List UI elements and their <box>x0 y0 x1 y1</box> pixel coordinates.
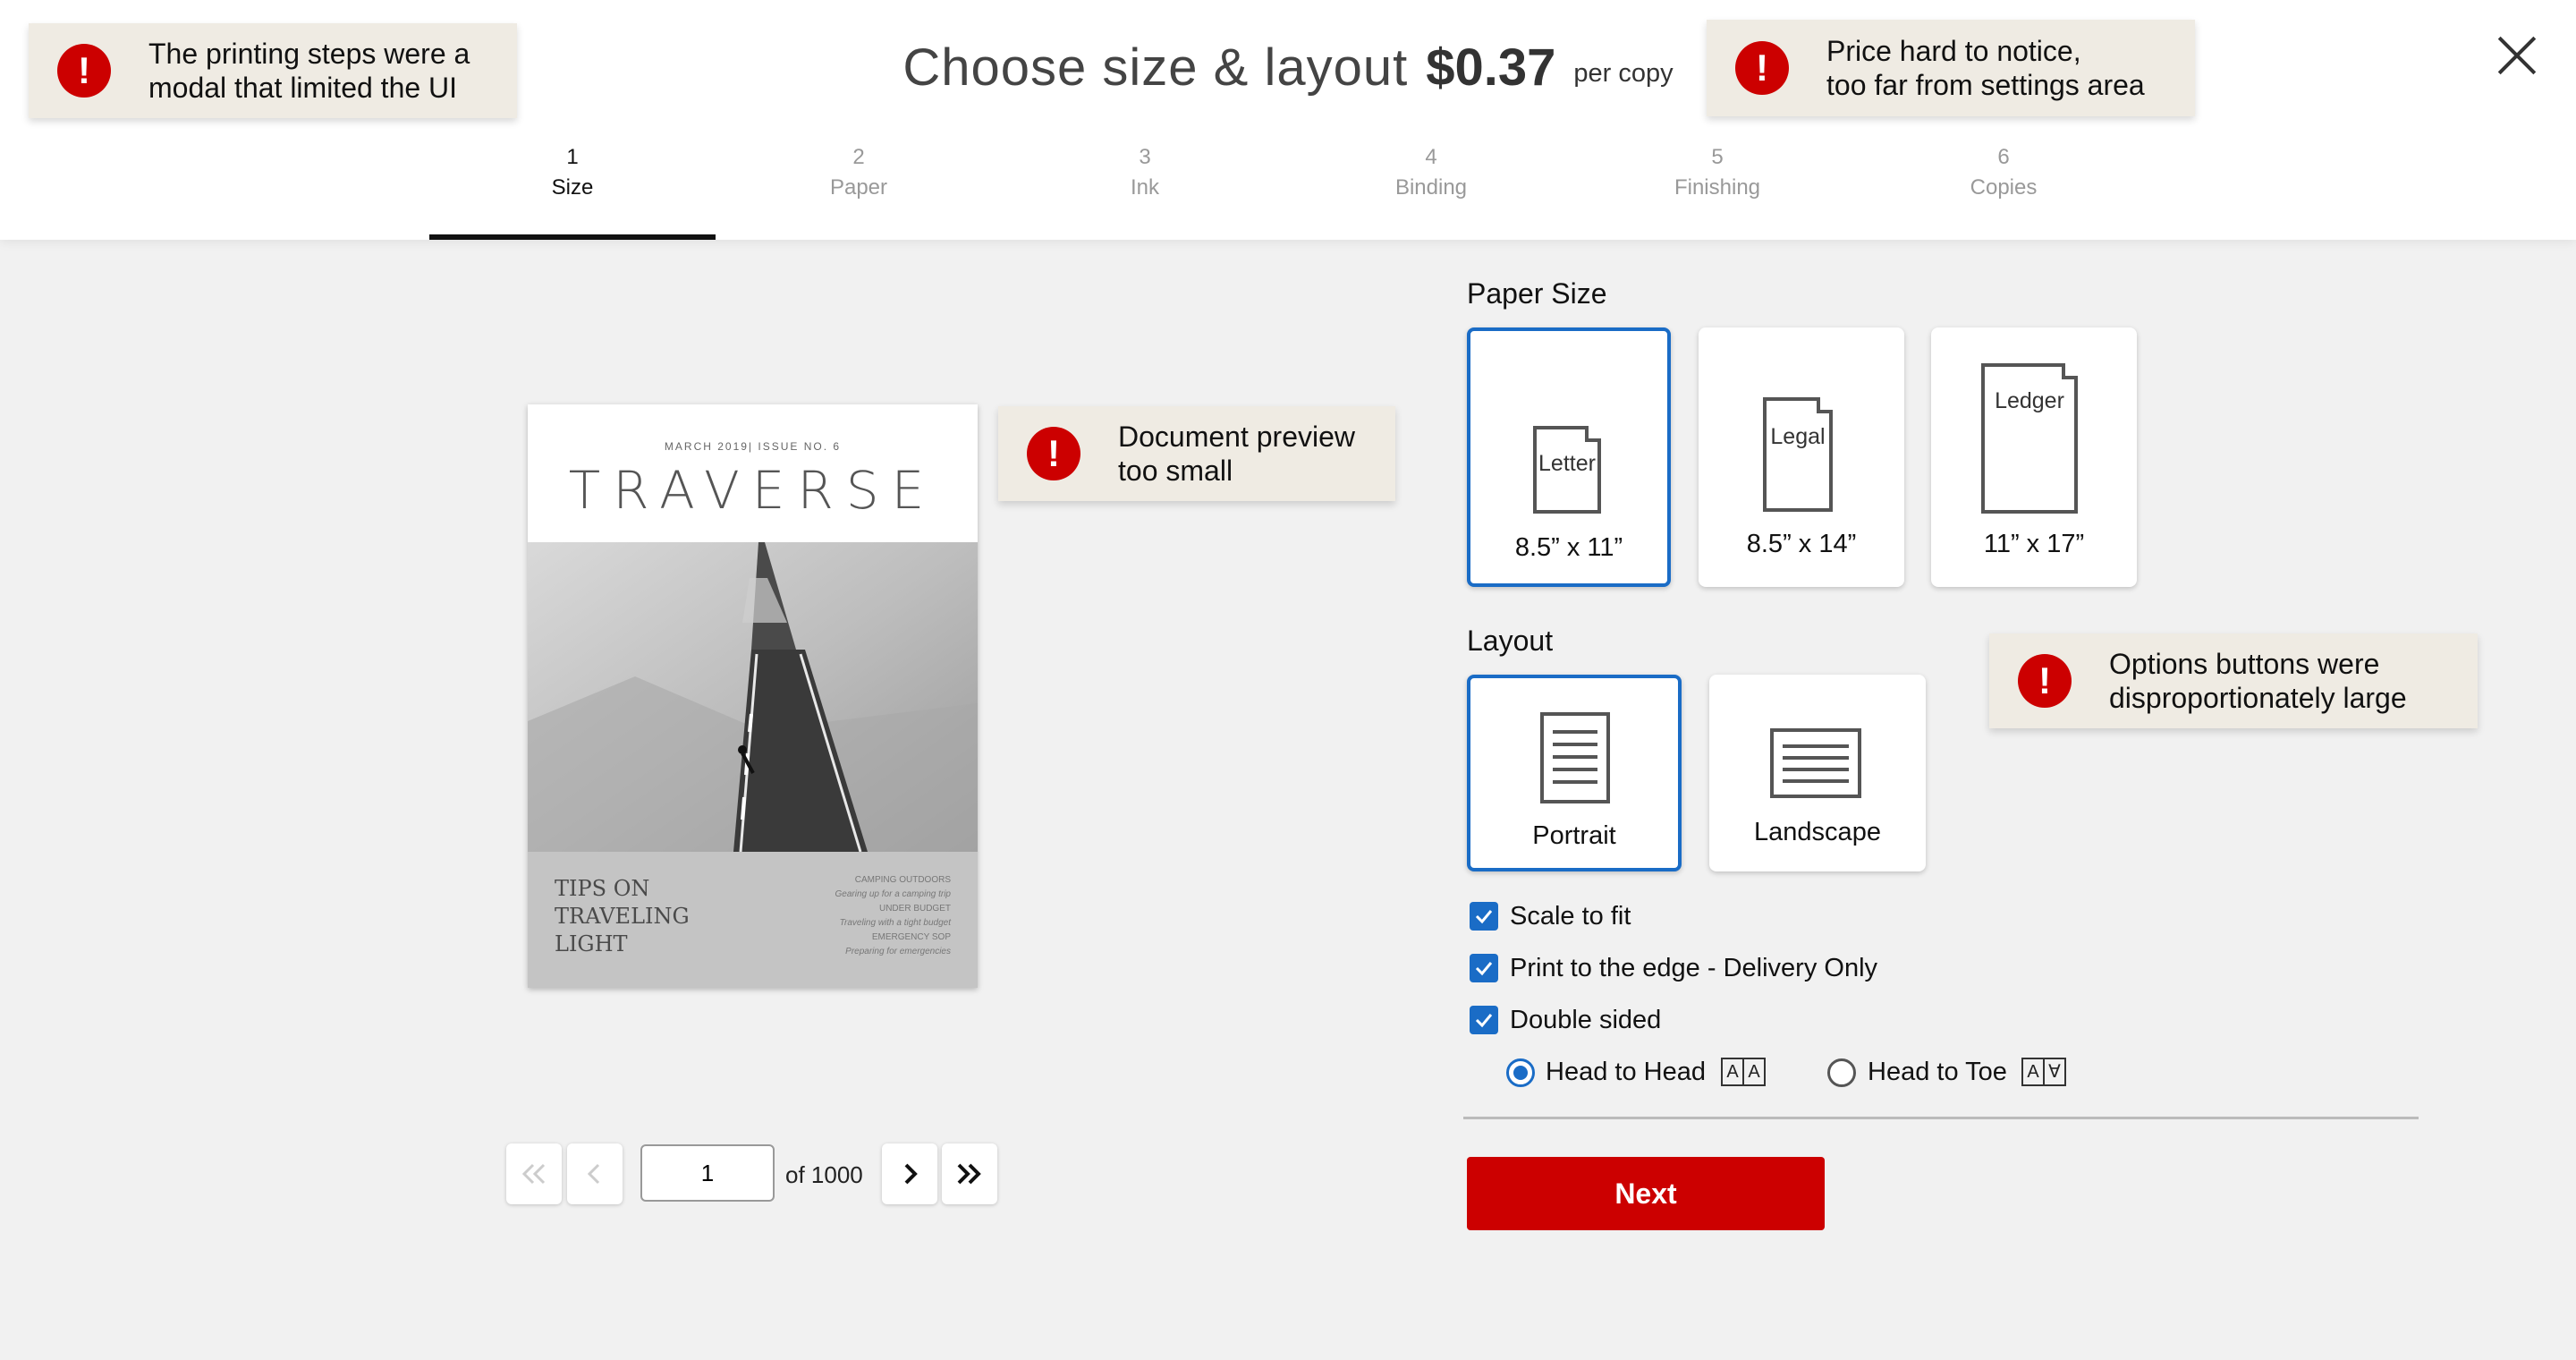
next-page-button[interactable] <box>882 1143 937 1204</box>
paper-size-dims: 8.5” x 11” <box>1514 533 1623 562</box>
chevron-left-icon <box>587 1163 600 1185</box>
double-sided-checkbox[interactable] <box>1470 1006 1498 1034</box>
radio-label: Head to Toe <box>1868 1058 2007 1086</box>
step-label: Ink <box>1130 175 1159 200</box>
check-icon <box>1475 962 1493 976</box>
section-divider <box>1463 1117 2419 1119</box>
cover-photo <box>528 542 978 852</box>
step-number: 3 <box>1139 145 1151 169</box>
checkbox-label: Double sided <box>1510 1006 1662 1034</box>
step-label: Paper <box>829 175 888 200</box>
page-count-label: of 1000 <box>785 1161 863 1188</box>
cover-headline: TIPS ON TRAVELING LIGHT <box>555 876 690 956</box>
annotation-note-preview: ! Document preview too small <box>998 406 1395 501</box>
step-number: 2 <box>852 145 865 169</box>
page-number-input[interactable] <box>640 1144 775 1202</box>
active-step-indicator <box>429 234 716 240</box>
annotation-text: The printing steps were a modal that limi… <box>148 38 470 104</box>
paper-size-heading: Paper Size <box>1467 277 1607 310</box>
annotation-text: Price hard to notice, too far from settin… <box>1826 35 2145 101</box>
first-page-button[interactable] <box>506 1143 562 1204</box>
step-label: Size <box>551 175 594 200</box>
chevron-right-icon <box>904 1163 918 1185</box>
landscape-page-icon <box>1770 728 1861 798</box>
next-button[interactable]: Next <box>1467 1157 1825 1230</box>
paper-size-ledger-card[interactable]: Ledger 11” x 17” <box>1931 327 2137 587</box>
step-tab-ink[interactable]: 3 Ink <box>1002 143 1288 204</box>
page-title: Choose size & layout <box>902 38 1409 97</box>
paper-size-dims: 8.5” x 14” <box>1746 530 1857 558</box>
radio-label: Head to Head <box>1546 1058 1706 1086</box>
last-page-button[interactable] <box>942 1143 997 1204</box>
double-chevron-right-icon <box>957 1163 981 1185</box>
paper-sheet-icon: Letter <box>1533 426 1601 514</box>
step-number: 1 <box>566 145 579 169</box>
alert-icon: ! <box>2018 654 2072 708</box>
checkbox-label: Print to the edge - Delivery Only <box>1510 954 1878 982</box>
step-tab-paper[interactable]: 2 Paper <box>716 143 1002 204</box>
paper-sheet-icon: Ledger <box>1981 363 2078 514</box>
step-number: 5 <box>1711 145 1724 169</box>
layout-option-label: Portrait <box>1532 821 1616 850</box>
annotation-text: Options buttons were disproportionately l… <box>2109 648 2407 714</box>
layout-landscape-card[interactable]: Landscape <box>1709 675 1926 871</box>
document-preview: MARCH 2019| ISSUE NO. 6 TRAVERSE TIPS ON… <box>528 404 978 988</box>
annotation-note-price: ! Price hard to notice, too far from sett… <box>1707 20 2195 116</box>
annotation-note-modal: ! The printing steps were a modal that li… <box>29 23 517 118</box>
step-tab-copies[interactable]: 6 Copies <box>1860 143 2147 204</box>
magazine-issue: MARCH 2019| ISSUE NO. 6 <box>664 440 842 453</box>
cover-bottom-band: TIPS ON TRAVELING LIGHT CAMPING OUTDOORS… <box>528 852 978 988</box>
head-to-head-icon: AA <box>1721 1058 1766 1086</box>
annotation-text: Document preview too small <box>1118 421 1355 487</box>
price-value: $0.37 <box>1426 38 1556 97</box>
alert-icon: ! <box>1735 41 1789 95</box>
paper-sheet-icon: Legal <box>1763 397 1833 512</box>
step-number: 4 <box>1425 145 1437 169</box>
per-copy-label: per copy <box>1573 58 1674 88</box>
alert-icon: ! <box>57 44 111 98</box>
magazine-title: TRAVERSE <box>568 460 937 521</box>
paper-size-dims: 11” x 17” <box>1983 530 2085 558</box>
previous-page-button[interactable] <box>567 1143 623 1204</box>
annotation-note-options: ! Options buttons were disproportionately… <box>1989 633 2478 728</box>
step-tab-finishing[interactable]: 5 Finishing <box>1574 143 1860 204</box>
scale-to-fit-checkbox[interactable] <box>1470 902 1498 931</box>
step-tab-binding[interactable]: 4 Binding <box>1288 143 1574 204</box>
step-tab-size[interactable]: 1 Size <box>429 143 716 204</box>
portrait-page-icon <box>1540 712 1610 803</box>
step-label: Finishing <box>1674 175 1761 200</box>
checkbox-label: Scale to fit <box>1510 902 1631 931</box>
check-icon <box>1475 910 1493 924</box>
step-label: Binding <box>1394 175 1468 200</box>
paper-size-letter-card[interactable]: Letter 8.5” x 11” <box>1467 327 1671 587</box>
check-icon <box>1475 1014 1493 1028</box>
paper-size-legal-card[interactable]: Legal 8.5” x 14” <box>1699 327 1904 587</box>
double-chevron-left-icon <box>521 1163 546 1185</box>
layout-portrait-card[interactable]: Portrait <box>1467 675 1682 871</box>
head-to-toe-icon: A ∀ <box>2021 1058 2066 1086</box>
head-to-head-radio[interactable] <box>1506 1058 1535 1087</box>
step-label: Copies <box>1970 175 2038 200</box>
head-to-toe-radio[interactable] <box>1827 1058 1856 1087</box>
close-icon[interactable] <box>2496 34 2538 77</box>
step-number: 6 <box>1997 145 2010 169</box>
layout-heading: Layout <box>1467 625 1554 657</box>
alert-icon: ! <box>1027 427 1080 480</box>
layout-option-label: Landscape <box>1754 818 1881 846</box>
cover-toc: CAMPING OUTDOORS Gearing up for a camping… <box>835 875 951 956</box>
print-to-edge-checkbox[interactable] <box>1470 954 1498 982</box>
